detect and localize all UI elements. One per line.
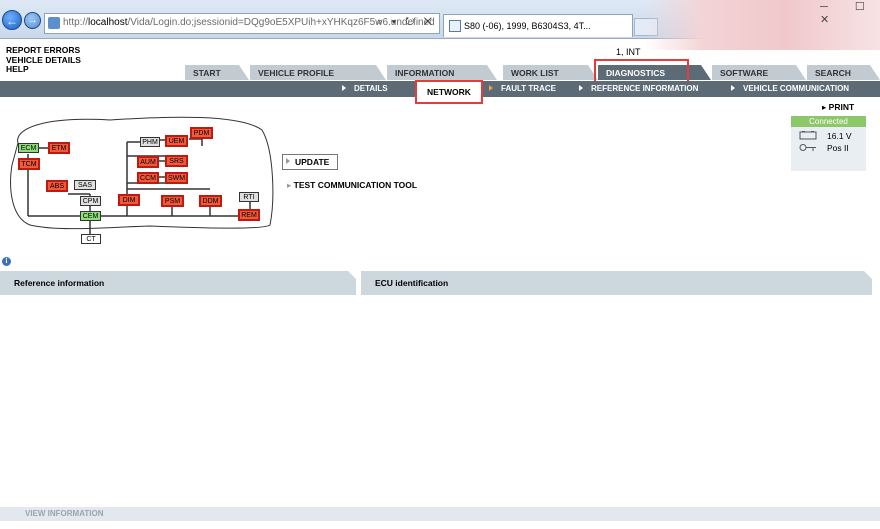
page-icon xyxy=(48,17,60,29)
subtab-fault-trace[interactable]: FAULT TRACE xyxy=(489,84,556,93)
test-communication-tool-link[interactable]: ▸ TEST COMMUNICATION TOOL xyxy=(287,180,417,191)
view-information-bar[interactable]: VIEW INFORMATION xyxy=(0,507,880,521)
user-info: 1, INT xyxy=(616,47,641,57)
ecu-pdm[interactable]: PDM xyxy=(190,127,213,139)
arrow-icon xyxy=(579,85,583,91)
browser-tab-title: S80 (-06), 1999, B6304S3, 4T... xyxy=(464,21,591,31)
browser-tab[interactable]: S80 (-06), 1999, B6304S3, 4T... xyxy=(443,14,633,37)
help-link[interactable]: HELP xyxy=(6,64,29,74)
connection-status: Connected xyxy=(791,116,866,127)
ecu-ddm[interactable]: DDM xyxy=(199,195,222,207)
subtab-vehicle-communication[interactable]: VEHICLE COMMUNICATION xyxy=(731,84,849,93)
key-icon xyxy=(799,144,816,151)
ecu-psm[interactable]: PSM xyxy=(161,195,184,207)
arrow-icon xyxy=(286,158,290,164)
ecu-srs[interactable]: SRS xyxy=(165,155,188,167)
tab-vehicle-profile[interactable]: VEHICLE PROFILE xyxy=(250,65,386,80)
update-button[interactable]: UPDATE xyxy=(282,154,338,170)
ecu-phm[interactable]: PHM xyxy=(140,137,160,147)
reference-information-header: Reference information xyxy=(0,271,356,295)
ecu-swm[interactable]: SWM xyxy=(165,172,188,184)
ecu-cem[interactable]: CEM xyxy=(80,211,101,221)
report-errors-link[interactable]: REPORT ERRORS xyxy=(6,45,80,55)
ecu-cpm[interactable]: CPM xyxy=(80,196,101,206)
ecu-ecm[interactable]: ECM xyxy=(18,143,39,153)
subtab-network[interactable]: NETWORK xyxy=(415,80,483,104)
ecu-identification-header: ECU identification xyxy=(361,271,872,295)
ecu-sas[interactable]: SAS xyxy=(74,180,96,190)
battery-icon xyxy=(799,131,817,140)
forward-button[interactable]: → xyxy=(24,12,41,29)
ecu-dim[interactable]: DIM xyxy=(118,194,140,206)
ecu-uem[interactable]: UEM xyxy=(165,135,188,147)
tab-work-list[interactable]: WORK LIST xyxy=(503,65,598,80)
tab-search[interactable]: SEARCH xyxy=(807,65,880,80)
subtab-details[interactable]: DETAILS xyxy=(342,84,388,93)
ecu-ct[interactable]: CT xyxy=(81,234,101,244)
battery-voltage: 16.1 V xyxy=(827,131,852,141)
back-button[interactable]: ← xyxy=(2,10,22,30)
ecu-tcm[interactable]: TCM xyxy=(18,158,40,170)
subtab-reference-information[interactable]: REFERENCE INFORMATION xyxy=(579,84,698,93)
tab-software[interactable]: SOFTWARE xyxy=(712,65,806,80)
window-controls[interactable]: ─ ☐ ✕ xyxy=(820,0,880,26)
print-link[interactable]: ▸ PRINT xyxy=(822,102,854,113)
address-bar[interactable]: http://localhost/Vida/Login.do;jsessioni… xyxy=(44,13,440,34)
ecu-etm[interactable]: ETM xyxy=(48,142,70,154)
tab-start[interactable]: START xyxy=(185,65,249,80)
ecu-ccm[interactable]: CCM xyxy=(137,172,159,184)
ecu-rti[interactable]: RTI xyxy=(239,192,259,202)
tab-page-icon xyxy=(449,20,461,32)
diagnostics-highlight xyxy=(594,59,689,83)
arrow-icon xyxy=(489,85,493,91)
arrow-icon xyxy=(342,85,346,91)
tab-information[interactable]: INFORMATION xyxy=(387,65,497,80)
ignition-position: Pos II xyxy=(827,143,849,153)
ecu-abs[interactable]: ABS xyxy=(46,180,68,192)
network-diagram: ECM ETM TCM ABS SAS CPM CEM CT PHM UEM P… xyxy=(0,110,280,250)
arrow-icon xyxy=(731,85,735,91)
connection-status-panel: Connected 16.1 V Pos II xyxy=(791,116,866,171)
ecu-aum[interactable]: AUM xyxy=(137,156,159,168)
ecu-rem[interactable]: REM xyxy=(238,209,260,221)
info-icon[interactable]: i xyxy=(2,257,11,266)
address-controls[interactable]: ⌕ ▾ ↻ ✕ xyxy=(376,16,435,29)
